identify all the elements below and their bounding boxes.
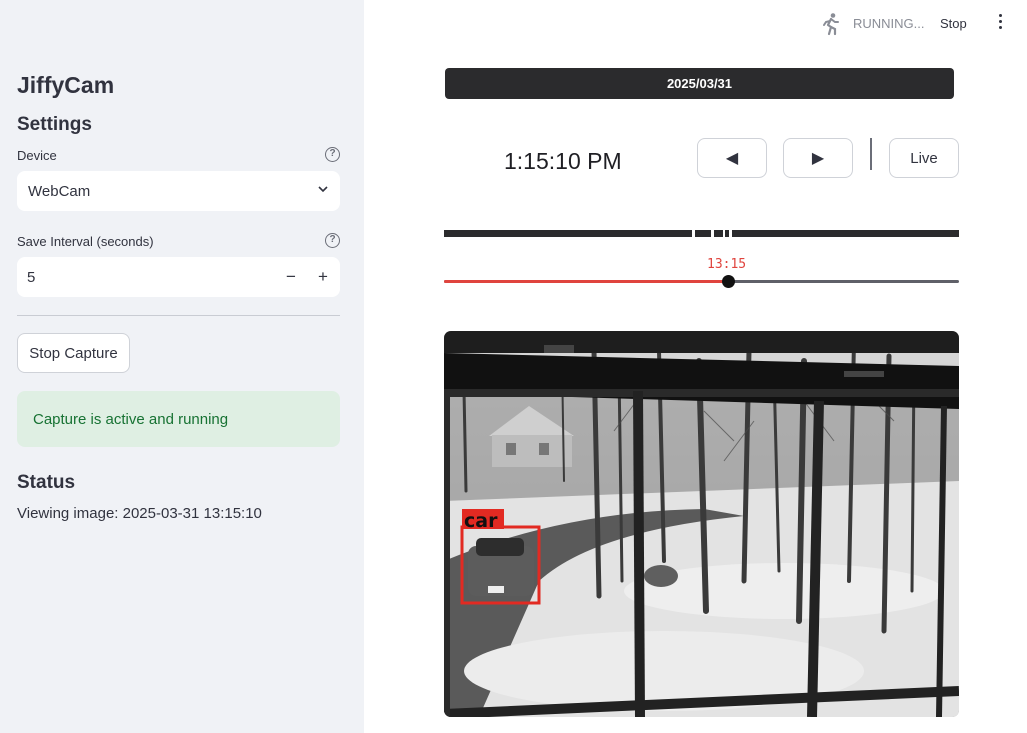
running-status: RUNNING... — [853, 16, 925, 31]
app-title: JiffyCam — [17, 72, 115, 98]
time-display: 1:15:10 PM — [504, 148, 622, 174]
save-interval-input[interactable]: 5 − + — [17, 257, 340, 297]
device-label: Device — [17, 148, 57, 163]
device-select-value: WebCam — [28, 183, 91, 200]
previous-button[interactable]: ◀ — [697, 138, 767, 178]
slider-thumb[interactable] — [722, 275, 735, 288]
timeline-segment — [695, 230, 711, 237]
capture-timeline[interactable] — [444, 230, 959, 237]
alert-text: Capture is active and running — [33, 411, 229, 428]
slider-fill — [444, 280, 729, 283]
detection-label: car — [464, 510, 498, 532]
decrement-button[interactable]: − — [279, 265, 303, 289]
status-heading: Status — [17, 472, 76, 493]
camera-frame: car — [444, 331, 959, 717]
timeline-segment — [725, 230, 729, 237]
time-slider[interactable] — [444, 280, 959, 283]
timeline-segment — [444, 230, 692, 237]
next-button[interactable]: ▶ — [783, 138, 853, 178]
kebab-menu-icon[interactable] — [996, 14, 1004, 32]
save-interval-value[interactable]: 5 — [27, 269, 35, 286]
increment-button[interactable]: + — [311, 265, 335, 289]
chevron-down-icon — [318, 186, 328, 193]
sidebar: JiffyCam Settings Device ? WebCam Save I… — [0, 0, 364, 733]
help-icon[interactable]: ? — [325, 233, 340, 248]
timeline-segment — [714, 230, 723, 237]
timeline-segment — [732, 230, 959, 237]
device-select[interactable]: WebCam — [17, 171, 340, 211]
date-button[interactable]: 2025/03/31 — [445, 68, 954, 99]
stop-button[interactable]: Stop — [940, 16, 967, 31]
divider — [17, 315, 340, 316]
settings-heading: Settings — [17, 114, 92, 135]
camera-image: car — [444, 331, 959, 717]
stop-capture-button[interactable]: Stop Capture — [17, 333, 130, 373]
save-interval-label: Save Interval (seconds) — [17, 234, 154, 249]
help-icon[interactable]: ? — [325, 147, 340, 162]
success-alert: Capture is active and running — [17, 391, 340, 447]
separator — [870, 138, 872, 170]
slider-value-label: 13:15 — [707, 257, 747, 272]
live-button[interactable]: Live — [889, 138, 959, 178]
running-person-icon — [823, 13, 839, 36]
status-text: Viewing image: 2025-03-31 13:15:10 — [17, 505, 262, 522]
